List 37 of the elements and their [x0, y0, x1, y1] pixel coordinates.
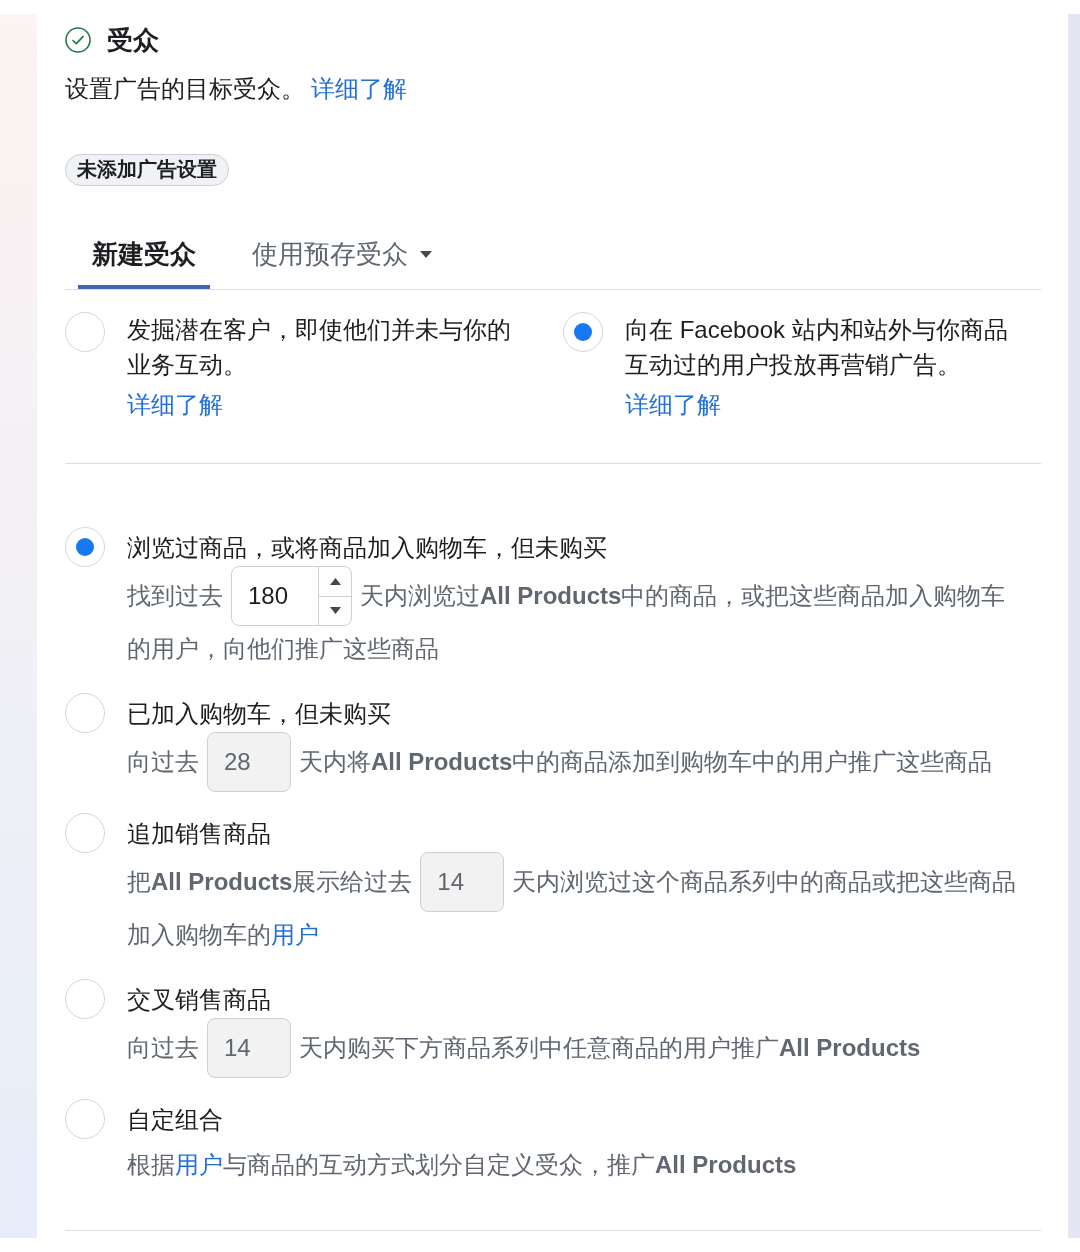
- option-title: 已加入购物车，但未购买: [127, 699, 391, 729]
- description-text: 天内浏览过All Products中的商品，或把这些商品加入购物车: [360, 581, 1006, 611]
- description-text: 设置广告的目标受众。 详细了解: [65, 74, 407, 104]
- user-link[interactable]: 用户: [175, 1151, 223, 1178]
- radio-button[interactable]: [65, 693, 105, 733]
- caret-up-icon[interactable]: [329, 577, 341, 585]
- description-text: 向过去: [127, 1033, 199, 1063]
- radio-button[interactable]: [65, 813, 105, 853]
- caret-down-icon[interactable]: [329, 607, 341, 615]
- option-title: 浏览过商品，或将商品加入购物车，但未购买: [127, 533, 607, 563]
- description-text: 把All Products展示给过去: [127, 867, 413, 897]
- learn-more-link[interactable]: 详细了解: [127, 387, 223, 422]
- radio-button[interactable]: [65, 527, 105, 567]
- learn-more-link[interactable]: 详细了解: [625, 387, 721, 422]
- description-text: 加入购物车的用户: [127, 920, 319, 950]
- option-title: 追加销售商品: [127, 819, 271, 849]
- description-text: 天内浏览过这个商品系列中的商品或把这些商品: [512, 867, 1017, 897]
- description-text: 的用户，向他们推广这些商品: [127, 634, 439, 664]
- radio-button[interactable]: [65, 312, 105, 352]
- section-title: 受众: [107, 24, 159, 56]
- description-text: 根据用户与商品的互动方式划分自定义受众，推广All Products: [127, 1150, 797, 1180]
- tab[interactable]: 使用预存受众: [238, 229, 446, 289]
- user-link[interactable]: 用户: [271, 921, 319, 948]
- status-badge: 未添加广告设置: [65, 154, 229, 186]
- radio-button[interactable]: [65, 1099, 105, 1139]
- option-text: 向在 Facebook 站内和站外与你商品互动过的用户投放再营销广告。: [625, 315, 1009, 380]
- description-text: 天内购买下方商品系列中任意商品的用户推广All Products: [299, 1033, 921, 1063]
- option-text: 发掘潜在客户，即使他们并未与你的业务互动。: [127, 315, 512, 380]
- description-text: 向过去: [127, 747, 199, 777]
- days-field[interactable]: 180: [231, 566, 352, 626]
- radio-button[interactable]: [65, 979, 105, 1019]
- learn-more-link[interactable]: 详细了解: [311, 75, 407, 102]
- option-title: 自定组合: [127, 1105, 223, 1135]
- description-text: 天内将All Products中的商品添加到购物车中的用户推广这些商品: [299, 747, 993, 777]
- description-text: 找到过去: [127, 581, 223, 611]
- radio-button[interactable]: [563, 312, 603, 352]
- option-title: 交叉销售商品: [127, 985, 271, 1015]
